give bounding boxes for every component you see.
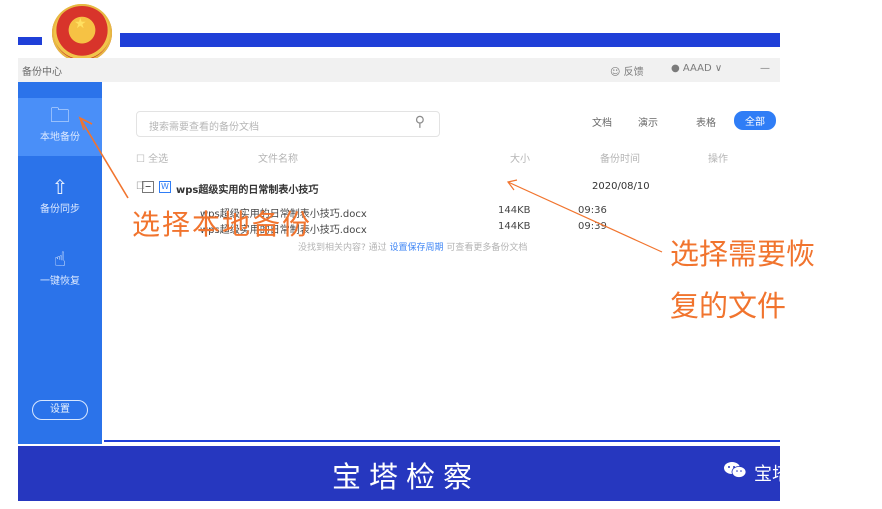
group-date: 2020/08/10 [592, 181, 650, 192]
minimize-button[interactable]: — [760, 63, 770, 74]
wechat-icon [724, 462, 746, 478]
window-titlebar: 备份中心 ☺ 反馈 ● AAAD ∨ — [18, 58, 780, 83]
sidebar-item-one-click-restore[interactable]: ☝ 一键恢复 [18, 248, 102, 287]
settings-button[interactable]: 设置 [32, 400, 88, 420]
annotation-select-file: 选择需要恢 复的文件 [670, 228, 815, 332]
search-box[interactable]: 搜索需要查看的备份文档 ⚲ [136, 111, 440, 137]
footer-banner: 宝塔检察 [18, 446, 780, 501]
sidebar: 🗀 本地备份 ⇧ 备份同步 ☝ 一键恢复 设置 [18, 82, 102, 444]
file-size: 144KB [498, 205, 531, 216]
feedback-button[interactable]: ☺ 反馈 [610, 63, 644, 78]
wechat-account-name: 宝塔检察 [754, 464, 826, 485]
hint-prefix: 没找到相关内容? 通过 [298, 243, 387, 253]
feedback-label: 反馈 [623, 67, 644, 78]
retention-settings-link[interactable]: 设置保存周期 [390, 243, 444, 253]
column-header-actions: 操作 [708, 154, 728, 165]
empty-hint: 没找到相关内容? 通过 设置保存周期 可查看更多备份文档 [298, 240, 527, 253]
search-icon[interactable]: ⚲ [415, 114, 425, 130]
select-all-checkbox[interactable]: ☐ 全选 [136, 150, 168, 165]
hint-suffix: 可查看更多备份文档 [446, 243, 528, 253]
column-header-name: 文件名称 [258, 154, 298, 165]
annotation-select-local-backup: 选择本地备份 [132, 208, 313, 241]
document-icon: W [159, 181, 171, 193]
annotation-line-2: 复的文件 [670, 289, 787, 323]
column-header-size: 大小 [510, 154, 530, 165]
sidebar-item-label: 一键恢复 [40, 276, 80, 287]
sidebar-item-local-backup[interactable]: 🗀 本地备份 [18, 98, 102, 156]
search-input[interactable]: 搜索需要查看的备份文档 [149, 118, 259, 133]
avatar-icon: ● [671, 63, 680, 74]
header-blue-bar [120, 33, 780, 47]
header-left-bar [18, 37, 42, 45]
tab-presentations[interactable]: 演示 [638, 114, 658, 129]
cloud-sync-icon: ⇧ [51, 175, 69, 199]
file-time: 09:36 [578, 205, 607, 216]
tab-spreadsheets[interactable]: 表格 [696, 114, 716, 129]
group-name: wps超级实用的日常制表小技巧 [176, 185, 319, 196]
banner-title: 宝塔检察 [332, 460, 481, 494]
emblem-logo-icon: ★ [52, 4, 112, 62]
tab-documents[interactable]: 文档 [592, 114, 612, 129]
backup-center-window: 备份中心 ☺ 反馈 ● AAAD ∨ — 🗀 本地备份 ⇧ 备份同步 ☝ 一键恢… [18, 58, 780, 444]
sidebar-item-label: 备份同步 [40, 204, 80, 215]
user-name: AAAD ∨ [682, 63, 723, 74]
sidebar-item-label: 本地备份 [40, 132, 80, 143]
sidebar-item-backup-sync[interactable]: ⇧ 备份同步 [18, 176, 102, 215]
footer-divider [104, 440, 780, 442]
restore-icon: ☝ [53, 247, 67, 271]
select-all-label: 全选 [148, 154, 169, 165]
collapse-toggle-icon[interactable]: − [142, 181, 154, 193]
file-time: 09:39 [578, 221, 607, 232]
annotation-line-1: 选择需要恢 [670, 237, 816, 271]
wechat-watermark: 宝塔检察 [724, 459, 882, 485]
column-header-time: 备份时间 [600, 154, 640, 165]
file-size: 144KB [498, 221, 531, 232]
user-menu[interactable]: ● AAAD ∨ [671, 63, 722, 74]
local-backup-icon: 🗀 [50, 103, 70, 127]
app-title: 备份中心 [22, 67, 62, 78]
tab-all[interactable]: 全部 [734, 111, 776, 130]
